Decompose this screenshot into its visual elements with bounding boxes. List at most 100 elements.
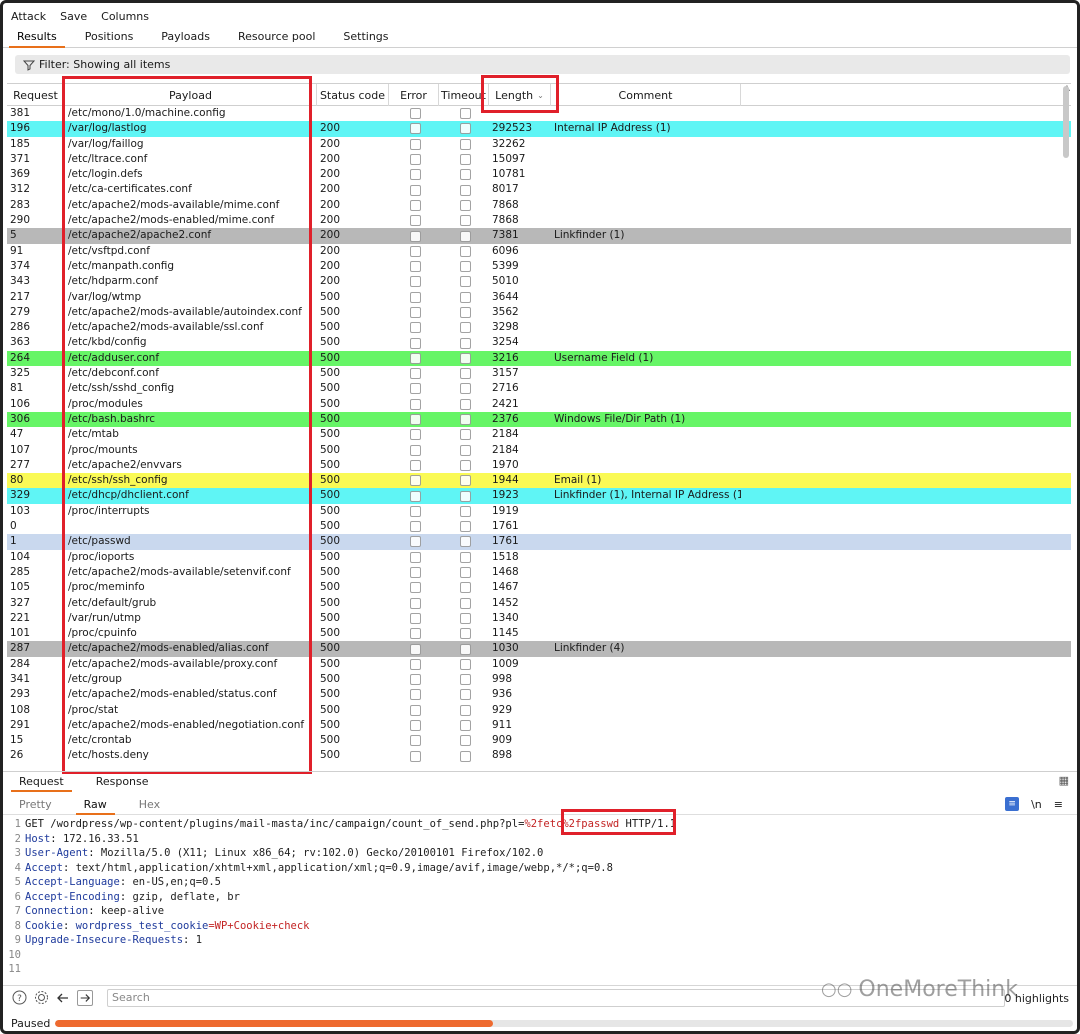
cell-request: 107 [10, 443, 31, 456]
cell-request: 15 [10, 734, 24, 747]
table-row[interactable]: 291/etc/apache2/mods-enabled/negotiation… [7, 717, 1071, 734]
tab-payloads[interactable]: Payloads [147, 26, 224, 47]
table-row[interactable]: 284/etc/apache2/mods-available/proxy.con… [7, 656, 1071, 672]
table-row[interactable]: 47/etc/mtab 500 2184 [7, 427, 1071, 443]
cell-comment: Linkfinder (1) [554, 229, 625, 242]
error-checkbox [410, 750, 421, 762]
menu-columns[interactable]: Columns [101, 10, 149, 23]
header-value: 172.16.33.51 [56, 832, 139, 845]
next-arrow-icon[interactable] [77, 989, 93, 1006]
table-row[interactable]: 26/etc/hosts.deny 500 898 [7, 748, 1071, 764]
table-row[interactable]: 185/var/log/faillog 200 32262 [7, 136, 1071, 152]
table-row[interactable]: 363/etc/kbd/config 500 3254 [7, 335, 1071, 351]
column-header-status-code[interactable]: Status code [317, 84, 389, 106]
tab-settings[interactable]: Settings [329, 26, 402, 47]
table-row[interactable]: 81/etc/ssh/sshd_config 500 2716 [7, 381, 1071, 397]
tab-pretty[interactable]: Pretty [3, 795, 68, 815]
table-row[interactable]: 371/etc/ltrace.conf 200 15097 [7, 151, 1071, 168]
tab-request[interactable]: Request [3, 772, 80, 792]
column-header-length[interactable]: Length ⌄ [489, 84, 551, 106]
table-row[interactable]: 108/proc/stat 500 929 [7, 702, 1071, 718]
request-editor[interactable]: 1 GET /wordpress/wp-content/plugins/mail… [7, 817, 1073, 979]
cell-status-code: 200 [320, 275, 341, 288]
column-header-request[interactable]: Request [7, 84, 65, 106]
table-row[interactable]: 91/etc/vsftpd.conf 200 6096 [7, 243, 1071, 259]
cell-length: 8017 [492, 183, 519, 196]
column-header-error[interactable]: Error [389, 84, 439, 106]
column-header-timeout[interactable]: Timeout [439, 84, 489, 106]
table-row[interactable]: 327/etc/default/grub 500 1452 [7, 595, 1071, 611]
tab-response[interactable]: Response [80, 772, 165, 792]
table-row[interactable]: 80/etc/ssh/ssh_config 500 1944 Email (1) [7, 473, 1071, 489]
cell-length: 2376 [492, 412, 519, 425]
cell-payload: /etc/mtab [68, 428, 119, 441]
table-row[interactable]: 293/etc/apache2/mods-enabled/status.conf… [7, 687, 1071, 703]
filter-bar[interactable]: Filter: Showing all items [15, 55, 1070, 74]
table-row[interactable]: 277/etc/apache2/envvars 500 1970 [7, 457, 1071, 474]
column-header-length-label: Length [495, 88, 534, 102]
cell-timeout [439, 641, 489, 656]
tab-raw[interactable]: Raw [68, 795, 123, 815]
column-header-payload[interactable]: Payload [65, 84, 317, 106]
timeout-checkbox [460, 597, 471, 609]
menu-save[interactable]: Save [60, 10, 87, 23]
table-row[interactable]: 283/etc/apache2/mods-available/mime.conf… [7, 197, 1071, 214]
cell-timeout [439, 198, 489, 213]
table-row[interactable]: 341/etc/group 500 998 [7, 671, 1071, 688]
table-row[interactable]: 106/proc/modules 500 2421 [7, 396, 1071, 412]
column-header-comment[interactable]: Comment [551, 84, 741, 106]
cell-error [389, 427, 439, 442]
cell-status-code: 500 [320, 642, 341, 655]
table-row[interactable]: 287/etc/apache2/mods-enabled/alias.conf 5… [7, 641, 1071, 657]
request-param-value: %2fetc%2fpasswd [524, 818, 620, 830]
show-newlines-toggle[interactable]: \n [1031, 798, 1042, 811]
table-row[interactable]: 103/proc/interrupts 500 1919 [7, 503, 1071, 520]
table-row[interactable]: 312/etc/ca-certificates.conf 200 8017 [7, 182, 1071, 198]
cell-length: 3562 [492, 305, 519, 318]
cell-error [389, 182, 439, 197]
table-row[interactable]: 101/proc/cpuinfo 500 1145 [7, 626, 1071, 642]
table-row[interactable]: 325/etc/debconf.conf 500 3157 [7, 366, 1071, 382]
error-checkbox [410, 322, 421, 334]
table-row[interactable]: 15/etc/crontab 500 909 [7, 733, 1071, 749]
table-row[interactable]: 217/var/log/wtmp 500 3644 [7, 289, 1071, 305]
cell-payload: /etc/apache2/mods-available/proxy.conf [68, 657, 278, 670]
tab-positions[interactable]: Positions [71, 26, 148, 47]
table-row[interactable]: 105/proc/meminfo 500 1467 [7, 580, 1071, 596]
wrap-lines-icon[interactable]: ≡ [1005, 797, 1020, 811]
table-row[interactable]: 290/etc/apache2/mods-enabled/mime.conf 20… [7, 213, 1071, 229]
table-row[interactable]: 329/etc/dhcp/dhclient.conf 500 1923 Linkfin… [7, 488, 1071, 504]
cell-status-code: 500 [320, 321, 341, 334]
table-row[interactable]: 369/etc/login.defs 200 10781 [7, 167, 1071, 183]
table-row[interactable]: 381/etc/mono/1.0/machine.config [7, 106, 1071, 122]
cell-payload: /etc/apache2/mods-enabled/status.conf [68, 688, 277, 701]
tab-hex[interactable]: Hex [123, 795, 176, 815]
table-row[interactable]: 306/etc/bash.bashrc 500 2376 Windows File/D… [7, 411, 1071, 428]
table-scrollbar[interactable] [1063, 86, 1069, 158]
editor-menu-icon[interactable]: ≡ [1054, 798, 1063, 811]
tab-results[interactable]: Results [3, 26, 71, 48]
tab-resource-pool[interactable]: Resource pool [224, 26, 329, 47]
table-row[interactable]: 196/var/log/lastlog 200 292523 Internal IP … [7, 121, 1071, 137]
header-name: Accept [25, 861, 63, 874]
table-row[interactable]: 0 500 1761 [7, 519, 1071, 535]
table-row[interactable]: 1/etc/passwd 500 1761 [7, 534, 1071, 550]
table-row[interactable]: 279/etc/apache2/mods-available/autoindex… [7, 304, 1071, 321]
table-row[interactable]: 343/etc/hdparm.conf 200 5010 [7, 274, 1071, 290]
cell-timeout [439, 335, 489, 350]
table-row[interactable]: 374/etc/manpath.config 200 5399 [7, 258, 1071, 275]
table-row[interactable]: 107/proc/mounts 500 2184 [7, 442, 1071, 458]
table-row[interactable]: 264/etc/adduser.conf 500 3216 Username Fiel… [7, 350, 1071, 367]
help-icon[interactable]: ? [11, 990, 27, 1006]
cell-request: 185 [10, 137, 31, 150]
layout-toggle-icon[interactable]: ▦ [1059, 774, 1069, 787]
table-row[interactable]: 5/etc/apache2/apache2.conf 200 7381 Linkfin… [7, 228, 1071, 244]
settings-gear-icon[interactable] [33, 990, 49, 1006]
menu-attack[interactable]: Attack [11, 10, 46, 23]
table-row[interactable]: 104/proc/ioports 500 1518 [7, 549, 1071, 565]
cell-request: 291 [10, 718, 31, 731]
table-row[interactable]: 285/etc/apache2/mods-available/setenvif.… [7, 564, 1071, 581]
table-row[interactable]: 286/etc/apache2/mods-available/ssl.conf 5… [7, 320, 1071, 336]
previous-arrow-icon[interactable] [55, 990, 71, 1006]
table-row[interactable]: 221/var/run/utmp 500 1340 [7, 610, 1071, 627]
